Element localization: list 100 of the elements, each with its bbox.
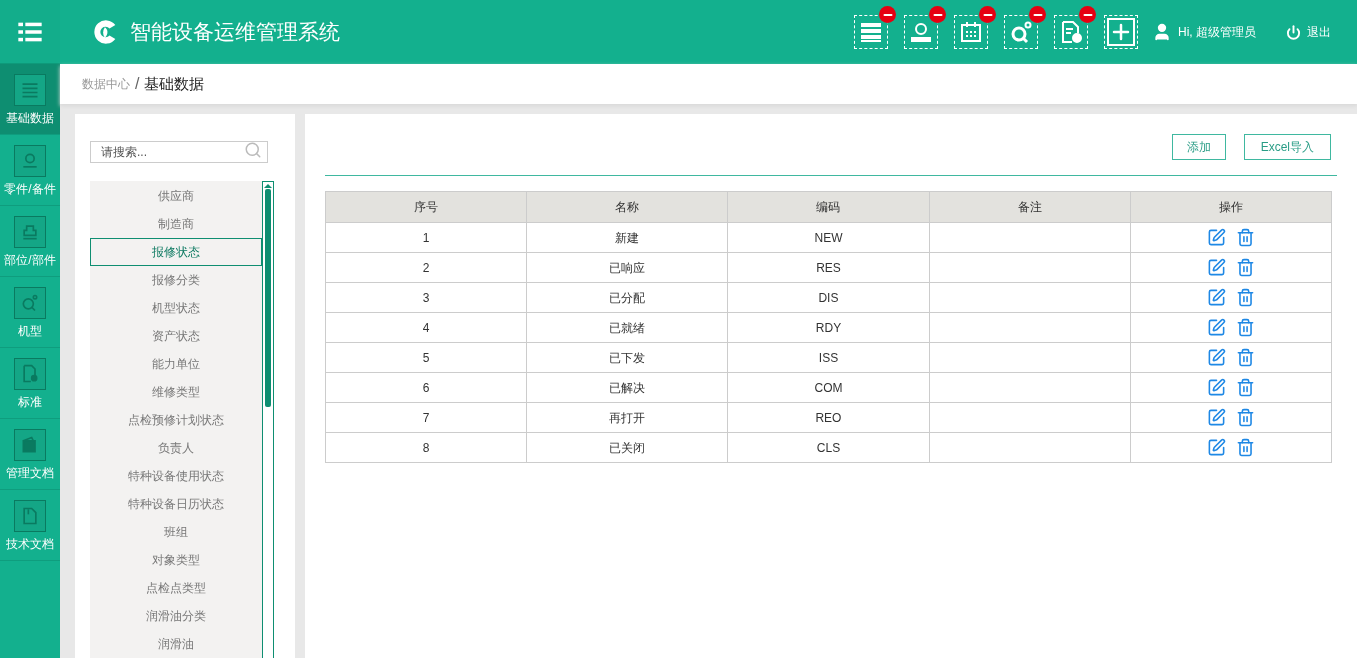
trash-icon bbox=[1235, 408, 1255, 427]
app-title: 智能设备运维管理系统 bbox=[130, 19, 340, 46]
table-cell: 7 bbox=[325, 402, 527, 433]
category-item[interactable]: 维修类型 bbox=[90, 378, 262, 406]
category-item[interactable]: 润滑油分类 bbox=[90, 602, 262, 630]
column-header: 编码 bbox=[727, 191, 930, 223]
category-item[interactable]: 润滑油 bbox=[90, 630, 262, 658]
edit-icon bbox=[1206, 348, 1226, 367]
edit-icon bbox=[1206, 408, 1226, 427]
list-icon bbox=[20, 80, 40, 100]
category-item[interactable]: 对象类型 bbox=[90, 546, 262, 574]
edit-icon bbox=[1206, 318, 1226, 337]
power-icon bbox=[1286, 24, 1301, 40]
trash-icon bbox=[1235, 288, 1255, 307]
table-cell: 新建 bbox=[526, 222, 728, 253]
delete-button[interactable] bbox=[1235, 228, 1255, 247]
user-greeting: Hi, 超级管理员 bbox=[1178, 24, 1256, 41]
table-cell: 8 bbox=[325, 432, 527, 463]
category-item[interactable]: 资产状态 bbox=[90, 322, 262, 350]
scrollbar[interactable] bbox=[262, 181, 274, 658]
scroll-up-arrow-icon[interactable] bbox=[264, 184, 272, 188]
delete-button[interactable] bbox=[1235, 408, 1255, 427]
plus-icon bbox=[1107, 18, 1135, 46]
edit-button[interactable] bbox=[1206, 228, 1226, 247]
edit-button[interactable] bbox=[1206, 438, 1226, 457]
table-cell: 再打开 bbox=[526, 402, 728, 433]
edit-icon bbox=[1206, 378, 1226, 397]
table-cell: 3 bbox=[325, 282, 527, 313]
table-cell: 已分配 bbox=[526, 282, 728, 313]
logout-button[interactable]: 退出 bbox=[1286, 23, 1331, 41]
sidebar-item[interactable]: 基础数据 bbox=[0, 64, 60, 135]
trash-icon bbox=[1235, 258, 1255, 277]
delete-button[interactable] bbox=[1235, 348, 1255, 367]
remove-badge[interactable] bbox=[1079, 6, 1096, 23]
category-item[interactable]: 报修状态 bbox=[90, 238, 262, 266]
search-icon bbox=[244, 141, 262, 159]
table-cell: ISS bbox=[727, 342, 930, 373]
table-cell: CLS bbox=[727, 432, 930, 463]
table-cell: 2 bbox=[325, 252, 527, 283]
column-header: 备注 bbox=[929, 191, 1131, 223]
table-cell: 已响应 bbox=[526, 252, 728, 283]
category-item[interactable]: 特种设备使用状态 bbox=[90, 462, 262, 490]
column-header: 操作 bbox=[1130, 191, 1332, 223]
trash-icon bbox=[1235, 378, 1255, 397]
table-cell: REO bbox=[727, 402, 930, 433]
trash-icon bbox=[1235, 318, 1255, 337]
edit-icon bbox=[1206, 228, 1226, 247]
breadcrumb-link[interactable]: 数据中心 bbox=[82, 75, 130, 93]
edit-button[interactable] bbox=[1206, 408, 1226, 427]
category-item[interactable]: 负责人 bbox=[90, 434, 262, 462]
table-cell: 已就绪 bbox=[526, 312, 728, 343]
delete-button[interactable] bbox=[1235, 258, 1255, 277]
category-item[interactable]: 能力单位 bbox=[90, 350, 262, 378]
edit-button[interactable] bbox=[1206, 378, 1226, 397]
table-cell: 已关闭 bbox=[526, 432, 728, 463]
magnifier-gear-icon bbox=[1009, 20, 1033, 44]
remove-badge[interactable] bbox=[1029, 6, 1046, 23]
delete-button[interactable] bbox=[1235, 438, 1255, 457]
table-cell: RES bbox=[727, 252, 930, 283]
delete-button[interactable] bbox=[1235, 318, 1255, 337]
table-cell: 已解决 bbox=[526, 372, 728, 403]
table-cell: NEW bbox=[727, 222, 930, 253]
edit-icon bbox=[1206, 258, 1226, 277]
category-item[interactable]: 特种设备日历状态 bbox=[90, 490, 262, 518]
column-header: 名称 bbox=[526, 191, 728, 223]
calendar-icon bbox=[959, 20, 983, 44]
table-cell: 4 bbox=[325, 312, 527, 343]
edit-button[interactable] bbox=[1206, 348, 1226, 367]
edit-button[interactable] bbox=[1206, 288, 1226, 307]
clip-document-icon bbox=[20, 506, 40, 526]
search-field[interactable]: 请搜索... bbox=[90, 141, 268, 163]
category-item[interactable]: 机型状态 bbox=[90, 294, 262, 322]
trash-icon bbox=[1235, 228, 1255, 247]
remove-badge[interactable] bbox=[979, 6, 996, 23]
table-cell: DIS bbox=[727, 282, 930, 313]
table-cell: COM bbox=[727, 372, 930, 403]
remove-badge[interactable] bbox=[879, 6, 896, 23]
add-button[interactable]: 添加 bbox=[1171, 134, 1226, 160]
trash-icon bbox=[1235, 438, 1255, 457]
table-cell: 6 bbox=[325, 372, 527, 403]
edit-icon bbox=[1206, 288, 1226, 307]
shortcut-button[interactable] bbox=[1104, 15, 1138, 49]
edit-button[interactable] bbox=[1206, 258, 1226, 277]
table-cell: 1 bbox=[325, 222, 527, 253]
table-cell: 已下发 bbox=[526, 342, 728, 373]
category-item[interactable]: 制造商 bbox=[90, 210, 262, 238]
category-item[interactable]: 点检预修计划状态 bbox=[90, 406, 262, 434]
category-item[interactable]: 报修分类 bbox=[90, 266, 262, 294]
category-item[interactable]: 供应商 bbox=[90, 182, 262, 210]
category-item[interactable]: 班组 bbox=[90, 518, 262, 546]
trash-icon bbox=[1235, 348, 1255, 367]
user-icon bbox=[1152, 22, 1172, 42]
delete-button[interactable] bbox=[1235, 378, 1255, 397]
delete-button[interactable] bbox=[1235, 288, 1255, 307]
column-header: 序号 bbox=[325, 191, 527, 223]
remove-badge[interactable] bbox=[929, 6, 946, 23]
category-item[interactable]: 点检点类型 bbox=[90, 574, 262, 602]
edit-button[interactable] bbox=[1206, 318, 1226, 337]
import-button[interactable]: Excel导入 bbox=[1243, 134, 1331, 160]
edit-icon bbox=[1206, 438, 1226, 457]
